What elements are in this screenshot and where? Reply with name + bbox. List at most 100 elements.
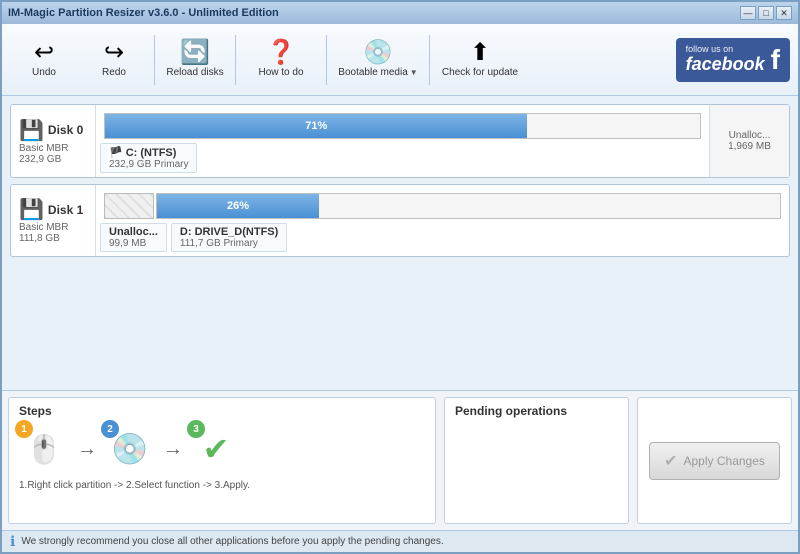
facebook-name-text: facebook <box>686 54 765 74</box>
disk-1-d-sub: 111,7 GB Primary <box>180 238 278 249</box>
disk-0-percent: 71% <box>305 120 327 132</box>
update-label: Check for update <box>442 67 518 79</box>
disk-1-name: Disk 1 <box>48 203 83 217</box>
disk-0-unalloc[interactable]: Unalloc... 1,969 MB <box>709 105 789 177</box>
step-1-num: 1 <box>15 420 33 438</box>
steps-desc: 1.Right click partition -> 2.Select func… <box>19 480 425 491</box>
pending-section: Pending operations <box>444 397 629 524</box>
apply-changes-button[interactable]: ✔ Apply Changes <box>649 442 780 480</box>
reload-disks-button[interactable]: 🔄 Reload disks <box>161 30 229 90</box>
disk-0-row: 💾 Disk 0 Basic MBR 232,9 GB 71% <box>10 104 790 178</box>
reload-label: Reload disks <box>166 67 223 79</box>
disk-1-partitions: 26% Unalloc... 99,9 MB D: DRIVE_D(NTFS) … <box>96 185 789 256</box>
redo-label: Redo <box>102 67 126 79</box>
facebook-text: follow us on facebook <box>686 44 765 75</box>
steps-title: Steps <box>19 404 425 418</box>
disk-0-partition-c[interactable]: 🏴 C: (NTFS) 232,9 GB Primary <box>100 143 197 173</box>
disk-0-unalloc-label: Unalloc... <box>729 130 771 141</box>
disk-0-icon: 💾 <box>19 118 44 143</box>
follow-us-text: follow us on <box>686 44 765 54</box>
toolbar-separator-3 <box>326 35 327 85</box>
disk-1-d-label: D: DRIVE_D(NTFS) <box>180 226 278 238</box>
disk-1-partition-unalloc[interactable]: Unalloc... 99,9 MB <box>100 223 167 252</box>
apply-check-icon: ✔ <box>664 451 677 471</box>
step-3-num: 3 <box>187 420 205 438</box>
apply-section: ✔ Apply Changes <box>637 397 792 524</box>
partition-icon: 💿 <box>111 432 148 467</box>
howto-label: How to do <box>258 67 303 79</box>
toolbar-separator-4 <box>429 35 430 85</box>
disk-1-percent: 26% <box>227 200 249 212</box>
step-2-icon: 2 💿 <box>105 424 155 474</box>
disk-0-unalloc-size: 1,969 MB <box>728 141 771 152</box>
disk-0-bar: 71% <box>104 113 701 139</box>
help-icon: ❓ <box>266 41 296 65</box>
steps-section: Steps 1 🖱️ → 2 💿 → 3 ✔ 1.Right click par… <box>8 397 436 524</box>
toolbar: ↩ Undo ↪ Redo 🔄 Reload disks ❓ How to do… <box>2 24 798 96</box>
disk-1-partition-d[interactable]: D: DRIVE_D(NTFS) 111,7 GB Primary <box>171 223 287 252</box>
checkmark-icon: ✔ <box>203 430 230 468</box>
disk-0-bar-outer: 71% <box>96 105 709 139</box>
disk-1-type: Basic MBR <box>19 222 87 233</box>
disk-1-unalloc-sub: 99,9 MB <box>109 238 158 249</box>
howto-button[interactable]: ❓ How to do <box>242 30 320 90</box>
toolbar-separator-2 <box>235 35 236 85</box>
undo-icon: ↩ <box>34 41 54 65</box>
bootable-icon: 💿 <box>363 41 393 65</box>
disk-1-unalloc-bar <box>104 193 154 219</box>
bootable-button[interactable]: 💿 Bootable media ▼ <box>333 30 423 90</box>
disk-0-type: Basic MBR <box>19 143 87 154</box>
apply-label: Apply Changes <box>684 454 765 468</box>
bottom-panel: Steps 1 🖱️ → 2 💿 → 3 ✔ 1.Right click par… <box>2 390 798 530</box>
step-3-icon: 3 ✔ <box>191 424 241 474</box>
dropdown-arrow-icon: ▼ <box>410 68 418 77</box>
step-2-num: 2 <box>101 420 119 438</box>
undo-button[interactable]: ↩ Undo <box>10 30 78 90</box>
facebook-f-icon: f <box>771 44 780 76</box>
info-icon: ℹ <box>10 533 15 550</box>
reload-icon: 🔄 <box>180 41 210 65</box>
step-1-icon: 1 🖱️ <box>19 424 69 474</box>
arrow-2-icon: → <box>163 438 183 461</box>
disk-1-size: 111,8 GB <box>19 233 87 244</box>
update-icon: ⬆ <box>470 41 490 65</box>
title-bar: IM-Magic Partition Resizer v3.6.0 - Unli… <box>2 2 798 24</box>
bootable-label: Bootable media <box>338 67 408 79</box>
check-update-button[interactable]: ⬆ Check for update <box>436 30 524 90</box>
disk-0-c-sub: 232,9 GB Primary <box>109 159 188 170</box>
redo-icon: ↪ <box>104 41 124 65</box>
status-bar: ℹ We strongly recommend you close all ot… <box>2 530 798 552</box>
disk-0-c-flag: 🏴 <box>109 146 123 159</box>
status-message: We strongly recommend you close all othe… <box>21 536 443 547</box>
disk-1-bar: 26% <box>156 193 781 219</box>
disk-1-info: 💾 Disk 1 Basic MBR 111,8 GB <box>11 185 96 256</box>
main-window: IM-Magic Partition Resizer v3.6.0 - Unli… <box>0 0 800 554</box>
pending-title: Pending operations <box>455 404 618 418</box>
disk-0-partitions: 71% 🏴 C: (NTFS) 232,9 GB Primary <box>96 105 709 177</box>
disk-1-unalloc-label-text: Unalloc... <box>109 226 158 238</box>
disk-1-details[interactable]: Unalloc... 99,9 MB D: DRIVE_D(NTFS) 111,… <box>96 219 789 256</box>
mouse-icon: 🖱️ <box>27 433 62 466</box>
disk-1-unalloc-strip <box>104 193 154 219</box>
arrow-1-icon: → <box>77 438 97 461</box>
disk-1-icon: 💾 <box>19 197 44 222</box>
disk-0-size: 232,9 GB <box>19 154 87 165</box>
window-title: IM-Magic Partition Resizer v3.6.0 - Unli… <box>8 7 279 19</box>
window-controls: — □ ✕ <box>740 6 792 20</box>
disk-0-details[interactable]: 🏴 C: (NTFS) 232,9 GB Primary <box>96 139 709 177</box>
minimize-button[interactable]: — <box>740 6 756 20</box>
disk-0-bar-fill: 71% <box>105 114 527 138</box>
disk-1-bar-outer: 26% <box>96 185 789 219</box>
disk-0-info: 💾 Disk 0 Basic MBR 232,9 GB <box>11 105 96 177</box>
disk-1-bar-fill: 26% <box>157 194 319 218</box>
redo-button[interactable]: ↪ Redo <box>80 30 148 90</box>
facebook-button[interactable]: follow us on facebook f <box>676 38 790 82</box>
disk-area: 💾 Disk 0 Basic MBR 232,9 GB 71% <box>2 96 798 390</box>
disk-0-name: Disk 0 <box>48 123 83 137</box>
maximize-button[interactable]: □ <box>758 6 774 20</box>
undo-label: Undo <box>32 67 56 79</box>
toolbar-separator-1 <box>154 35 155 85</box>
close-button[interactable]: ✕ <box>776 6 792 20</box>
disk-0-c-label: 🏴 C: (NTFS) <box>109 146 188 159</box>
steps-icons: 1 🖱️ → 2 💿 → 3 ✔ <box>19 424 425 474</box>
